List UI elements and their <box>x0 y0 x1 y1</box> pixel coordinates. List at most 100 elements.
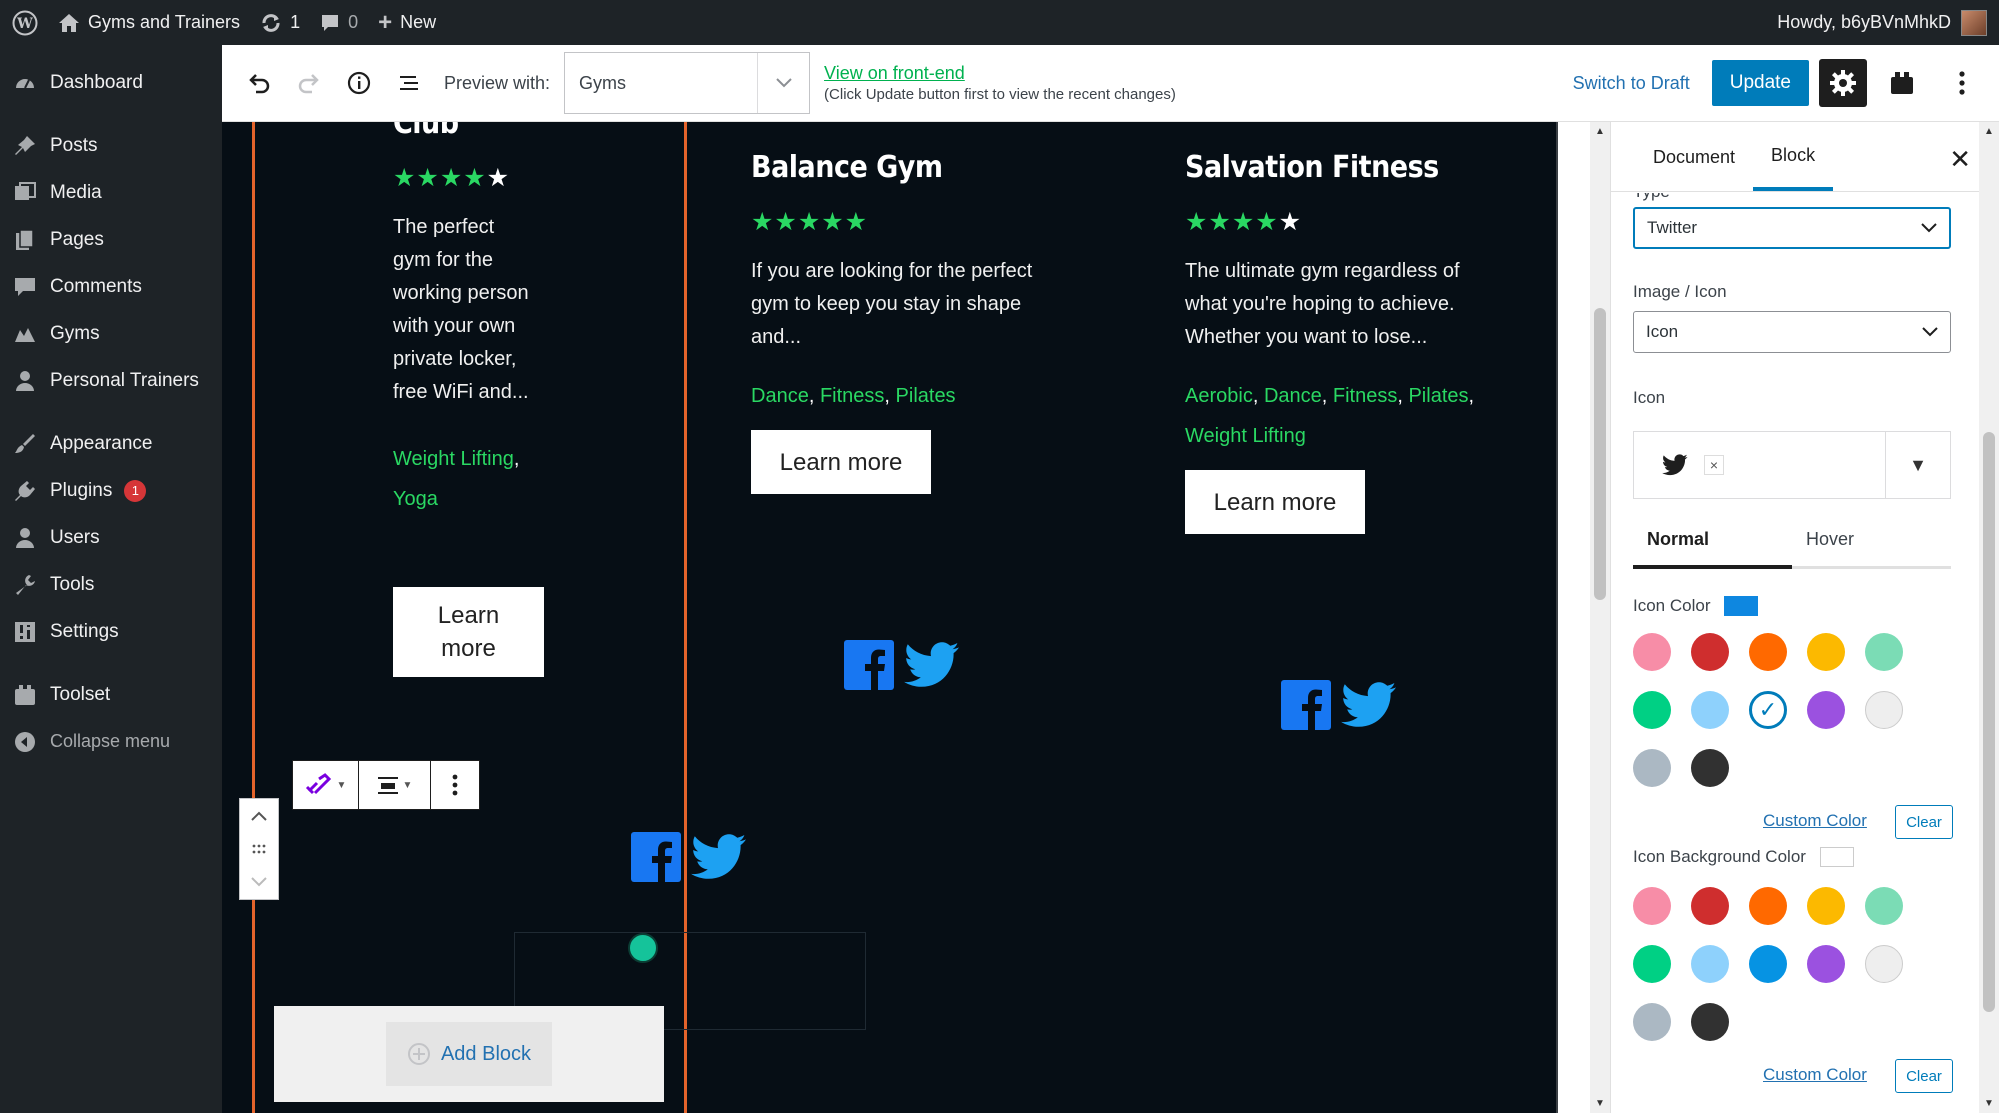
sidebar-item-posts[interactable]: Posts <box>0 122 222 169</box>
align-button[interactable]: ▼ <box>359 761 431 809</box>
sidebar-item-appearance[interactable]: Appearance <box>0 420 222 467</box>
switch-to-draft-button[interactable]: Switch to Draft <box>1573 73 1690 94</box>
icon-picker[interactable]: × ▼ <box>1633 431 1951 499</box>
settings-button[interactable] <box>1819 59 1867 107</box>
color-swatch-light-gray[interactable] <box>1865 945 1903 983</box>
image-icon-select[interactable]: Icon <box>1633 311 1951 353</box>
color-swatch-light-green[interactable] <box>1865 887 1903 925</box>
panel-scrollbar-thumb[interactable] <box>1983 432 1995 1012</box>
add-block-button[interactable]: Add Block <box>386 1022 552 1086</box>
custom-color-link[interactable]: Custom Color <box>1763 1065 1867 1085</box>
tag-link[interactable]: Pilates <box>896 385 956 407</box>
twitter-icon[interactable] <box>1341 682 1397 728</box>
scroll-down-arrow[interactable]: ▼ <box>1595 1098 1605 1109</box>
tab-hover[interactable]: Hover <box>1792 523 1951 566</box>
tag-link[interactable]: Dance <box>1264 385 1322 407</box>
my-account[interactable]: Howdy, b6yBVnMhkD <box>1777 9 1999 36</box>
tag-link[interactable]: Weight Lifting <box>393 448 514 470</box>
sidebar-item-dashboard[interactable]: Dashboard <box>0 59 222 106</box>
color-swatch-amber[interactable] <box>1807 887 1845 925</box>
color-swatch-pale-blue[interactable] <box>1691 945 1729 983</box>
color-swatch-purple[interactable] <box>1807 691 1845 729</box>
chevron-up-icon[interactable] <box>251 808 267 824</box>
learn-more-button[interactable]: Learn more <box>751 430 931 494</box>
new-content-link[interactable]: + New <box>368 0 446 45</box>
chevron-down-icon[interactable] <box>251 874 267 890</box>
tag-link[interactable]: Pilates <box>1408 385 1468 407</box>
facebook-icon[interactable] <box>844 640 894 690</box>
tag-link[interactable]: Aerobic <box>1185 385 1253 407</box>
sidebar-item-users[interactable]: Users <box>0 514 222 561</box>
clear-button[interactable]: Clear <box>1895 1059 1953 1093</box>
site-name-link[interactable]: Gyms and Trainers <box>48 0 250 45</box>
color-swatch-light-green[interactable] <box>1865 633 1903 671</box>
color-swatch-dark[interactable] <box>1691 749 1729 787</box>
block-type-switcher[interactable]: ▼ <box>293 761 359 809</box>
tab-block[interactable]: Block <box>1753 123 1834 191</box>
sidebar-item-plugins[interactable]: Plugins 1 <box>0 467 222 514</box>
scroll-down-arrow[interactable]: ▼ <box>1984 1098 1994 1109</box>
tab-document[interactable]: Document <box>1635 123 1753 191</box>
color-swatch-purple[interactable] <box>1807 945 1845 983</box>
color-swatch-gray[interactable] <box>1633 749 1671 787</box>
color-swatch-green[interactable] <box>1633 691 1671 729</box>
color-swatch-gray[interactable] <box>1633 1003 1671 1041</box>
clear-button[interactable]: Clear <box>1895 805 1953 839</box>
color-swatch-pale-pink[interactable] <box>1633 887 1671 925</box>
color-swatch-orange[interactable] <box>1749 633 1787 671</box>
color-swatch-blue-selected[interactable]: ✓ <box>1749 691 1787 729</box>
learn-more-button[interactable]: Learn more <box>393 587 544 677</box>
tag-link[interactable]: Fitness <box>1333 385 1397 407</box>
grammarly-icon[interactable] <box>628 933 658 963</box>
custom-color-link[interactable]: Custom Color <box>1763 811 1867 831</box>
comments-link[interactable]: 0 <box>310 0 368 45</box>
color-swatch-dark[interactable] <box>1691 1003 1729 1041</box>
tab-normal[interactable]: Normal <box>1633 523 1792 569</box>
undo-button[interactable] <box>234 58 284 108</box>
toolset-panel-button[interactable] <box>1877 58 1927 108</box>
remove-icon-button[interactable]: × <box>1704 455 1724 475</box>
outline-button[interactable] <box>384 58 434 108</box>
scroll-up-arrow[interactable]: ▲ <box>1595 126 1605 137</box>
color-swatch-orange[interactable] <box>1749 887 1787 925</box>
canvas-scrollbar-thumb[interactable] <box>1594 308 1606 600</box>
update-button[interactable]: Update <box>1711 60 1809 106</box>
sidebar-item-personal-trainers[interactable]: Personal Trainers <box>0 357 222 404</box>
more-options-button[interactable] <box>1937 58 1987 108</box>
wordpress-logo-button[interactable]: W <box>0 0 48 45</box>
color-swatch-light-gray[interactable] <box>1865 691 1903 729</box>
color-swatch-amber[interactable] <box>1807 633 1845 671</box>
color-swatch-pale-pink[interactable] <box>1633 633 1671 671</box>
panel-scrollbar[interactable]: ▲ ▼ <box>1979 122 1999 1113</box>
tag-link[interactable]: Fitness <box>820 385 884 407</box>
facebook-icon[interactable] <box>1281 680 1331 730</box>
twitter-icon[interactable] <box>691 834 747 880</box>
tag-link[interactable]: Weight Lifting <box>1185 425 1306 447</box>
color-swatch-vivid-red[interactable] <box>1691 887 1729 925</box>
tag-link[interactable]: Yoga <box>393 488 438 510</box>
sidebar-item-tools[interactable]: Tools <box>0 561 222 608</box>
type-select[interactable]: Twitter <box>1633 207 1951 249</box>
sidebar-item-comments[interactable]: Comments <box>0 263 222 310</box>
updates-link[interactable]: 1 <box>250 0 310 45</box>
block-more-options[interactable] <box>431 761 479 809</box>
canvas-scrollbar[interactable]: ▲ ▼ <box>1590 122 1610 1113</box>
sidebar-item-toolset[interactable]: Toolset <box>0 671 222 718</box>
tag-link[interactable]: Dance <box>751 385 809 407</box>
view-on-frontend-link[interactable]: View on front-end <box>824 63 1176 84</box>
sidebar-item-gyms[interactable]: Gyms <box>0 310 222 357</box>
color-swatch-green[interactable] <box>1633 945 1671 983</box>
scroll-up-arrow[interactable]: ▲ <box>1984 126 1994 137</box>
redo-button[interactable] <box>284 58 334 108</box>
color-swatch-vivid-red[interactable] <box>1691 633 1729 671</box>
sidebar-item-media[interactable]: Media <box>0 169 222 216</box>
icon-picker-dropdown[interactable]: ▼ <box>1886 455 1950 476</box>
facebook-icon[interactable] <box>631 832 681 882</box>
sidebar-item-settings[interactable]: Settings <box>0 608 222 655</box>
color-swatch-blue[interactable] <box>1749 945 1787 983</box>
learn-more-button[interactable]: Learn more <box>1185 470 1365 534</box>
content-info-button[interactable] <box>334 58 384 108</box>
collapse-menu-button[interactable]: Collapse menu <box>0 718 222 765</box>
close-icon[interactable]: ✕ <box>1949 144 1971 175</box>
color-swatch-pale-blue[interactable] <box>1691 691 1729 729</box>
